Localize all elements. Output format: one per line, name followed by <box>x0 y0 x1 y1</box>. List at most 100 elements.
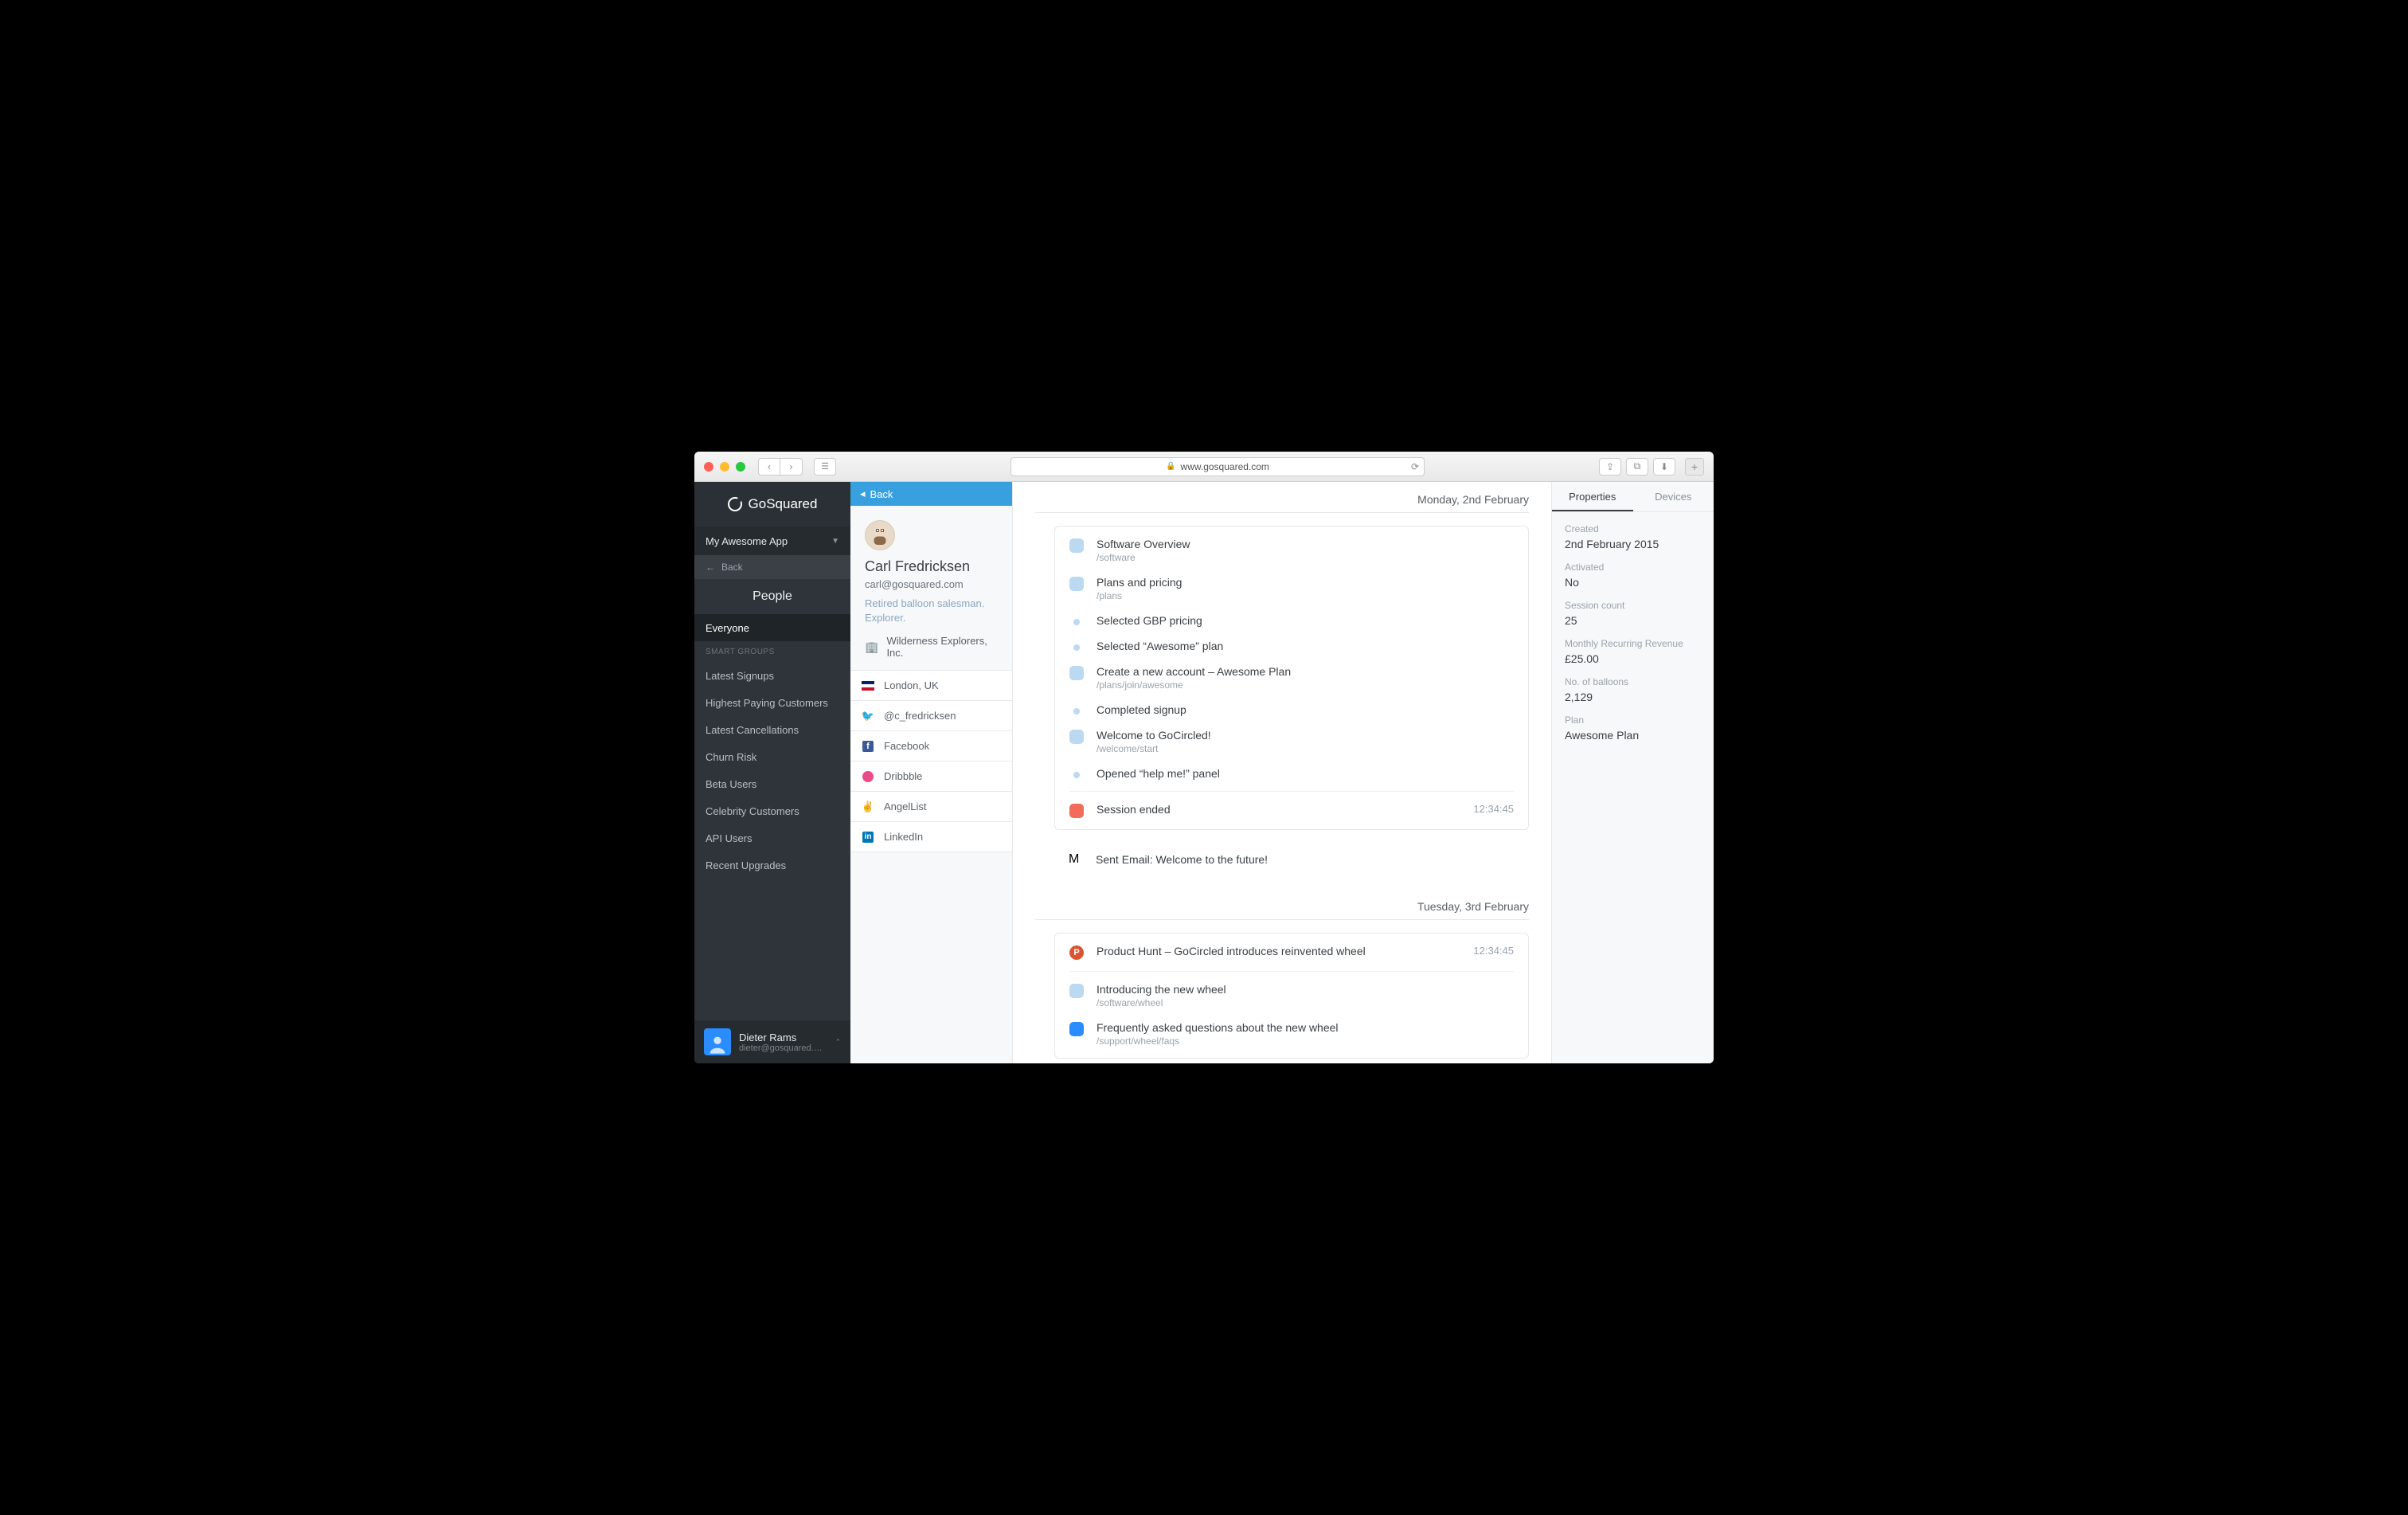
sidebar-toggle-icon[interactable]: ☰ <box>814 458 836 476</box>
sidebar-item-celebrity-customers[interactable]: Celebrity Customers <box>694 797 850 824</box>
property-list: Created 2nd February 2015 Activated No S… <box>1552 512 1714 742</box>
window-controls <box>704 462 745 472</box>
profile-company: 🏢 Wilderness Explorers, Inc. <box>865 635 998 659</box>
titlebar: ‹ › ☰ 🔒 www.gosquared.com ⟳ ⇪ ⧉ ⬇ + <box>694 452 1714 482</box>
link-label: Facebook <box>884 740 929 752</box>
company-name: Wilderness Explorers, Inc. <box>886 635 998 659</box>
brand[interactable]: GoSquared <box>694 482 850 527</box>
profile-link-twitter[interactable]: 🐦 @c_fredricksen <box>850 701 1012 731</box>
prop-value: 2nd February 2015 <box>1565 538 1701 550</box>
tab-label: Properties <box>1569 491 1616 503</box>
chevron-down-icon: ▼ <box>831 537 839 546</box>
sidebar-item-latest-cancellations[interactable]: Latest Cancellations <box>694 716 850 743</box>
email-event[interactable]: M Sent Email: Welcome to the future! <box>1035 846 1529 873</box>
url-bar[interactable]: 🔒 www.gosquared.com ⟳ <box>1010 457 1425 476</box>
profile-bio: Retired balloon salesman. Explorer. <box>865 597 998 625</box>
sidebar-item-highest-paying[interactable]: Highest Paying Customers <box>694 689 850 716</box>
timeline-event[interactable]: Welcome to GoCircled!/welcome/start <box>1055 722 1528 761</box>
timeline-event[interactable]: Selected GBP pricing <box>1055 608 1528 633</box>
prop-label: No. of balloons <box>1565 676 1701 687</box>
sidebar-item-beta-users[interactable]: Beta Users <box>694 770 850 797</box>
section-title: People <box>694 579 850 614</box>
sidebar-item-latest-signups[interactable]: Latest Signups <box>694 662 850 689</box>
timeline-event[interactable]: Create a new account – Awesome Plan/plan… <box>1055 659 1528 697</box>
close-window-icon[interactable] <box>704 462 713 472</box>
link-label: AngelList <box>884 801 926 812</box>
page-marker-icon <box>1069 577 1084 591</box>
timeline-event[interactable]: Plans and pricing/plans <box>1055 570 1528 608</box>
sidebar-back[interactable]: ← Back <box>694 555 850 579</box>
avatar-icon <box>704 1028 731 1055</box>
page-marker-icon <box>1069 538 1084 553</box>
link-label: Dribbble <box>884 770 922 782</box>
maximize-window-icon[interactable] <box>736 462 745 472</box>
page-marker-icon <box>1069 666 1084 680</box>
profile-link-location[interactable]: London, UK <box>850 671 1012 701</box>
prop-label: Activated <box>1565 562 1701 573</box>
downloads-icon[interactable]: ⬇ <box>1653 458 1675 476</box>
user-meta: Dieter Rams dieter@gosquared.… <box>739 1032 827 1053</box>
flag-icon <box>862 679 874 692</box>
sidebar-item-api-users[interactable]: API Users <box>694 824 850 851</box>
profile-header: Carl Fredricksen carl@gosquared.com Reti… <box>850 506 1012 670</box>
back-button[interactable]: ‹ <box>758 458 780 476</box>
tab-devices[interactable]: Devices <box>1633 482 1714 511</box>
timeline-event[interactable]: Introducing the new wheel/software/wheel <box>1055 977 1528 1015</box>
mail-icon: M <box>1069 852 1083 867</box>
event-title: Frequently asked questions about the new… <box>1096 1021 1514 1034</box>
sidebar-item-churn-risk[interactable]: Churn Risk <box>694 743 850 770</box>
product-hunt-event[interactable]: P Product Hunt – GoCircled introduces re… <box>1055 938 1528 966</box>
timeline-event[interactable]: Selected “Awesome” plan <box>1055 633 1528 659</box>
user-email: dieter@gosquared.… <box>739 1043 827 1053</box>
profile-link-angellist[interactable]: ✌ AngelList <box>850 792 1012 822</box>
profile-link-dribbble[interactable]: Dribbble <box>850 761 1012 792</box>
timeline-event[interactable]: Opened “help me!” panel <box>1055 761 1528 786</box>
date-header: Tuesday, 3rd February <box>1035 889 1529 920</box>
event-path: /welcome/start <box>1096 743 1514 754</box>
action-marker-icon <box>1073 708 1080 714</box>
profile-name: Carl Fredricksen <box>865 558 998 575</box>
timeline-event[interactable]: Frequently asked questions about the new… <box>1055 1015 1528 1053</box>
app: GoSquared My Awesome App ▼ ← Back People… <box>694 482 1714 1063</box>
sidebar-item-label: Beta Users <box>706 778 756 790</box>
profile-back-button[interactable]: ◂ Back <box>850 482 1012 506</box>
share-icon[interactable]: ⇪ <box>1599 458 1621 476</box>
twitter-icon: 🐦 <box>862 710 874 722</box>
sidebar-item-everyone[interactable]: Everyone <box>694 614 850 641</box>
tab-label: Devices <box>1655 491 1691 503</box>
event-path: /support/wheel/faqs <box>1096 1035 1514 1047</box>
profile-links: London, UK 🐦 @c_fredricksen f Facebook D… <box>850 670 1012 852</box>
event-title: Sent Email: Welcome to the future! <box>1096 853 1268 866</box>
action-marker-icon <box>1073 772 1080 778</box>
sidebar-item-recent-upgrades[interactable]: Recent Upgrades <box>694 851 850 879</box>
chevron-up-icon: ⌃ <box>835 1038 841 1047</box>
profile-back-label: Back <box>870 488 893 500</box>
session-ended-event[interactable]: Session ended 12:34:45 <box>1055 797 1528 824</box>
app-name: My Awesome App <box>706 535 788 547</box>
prop-label: Plan <box>1565 714 1701 726</box>
brand-logo-icon <box>728 497 742 511</box>
caret-left-icon: ◂ <box>860 487 866 500</box>
prop-label: Monthly Recurring Revenue <box>1565 638 1701 649</box>
reload-icon[interactable]: ⟳ <box>1411 461 1419 472</box>
sidebar-item-label: Recent Upgrades <box>706 859 786 871</box>
session-end-marker-icon <box>1069 804 1084 818</box>
building-icon: 🏢 <box>865 640 878 654</box>
timeline[interactable]: Monday, 2nd February Software Overview/s… <box>1013 482 1551 1063</box>
user-footer[interactable]: Dieter Rams dieter@gosquared.… ⌃ <box>694 1020 850 1063</box>
tab-properties[interactable]: Properties <box>1552 482 1633 511</box>
minimize-window-icon[interactable] <box>720 462 729 472</box>
timeline-event[interactable]: Software Overview/software <box>1055 531 1528 570</box>
app-selector[interactable]: My Awesome App ▼ <box>694 527 850 555</box>
profile-link-facebook[interactable]: f Facebook <box>850 731 1012 761</box>
event-title: Create a new account – Awesome Plan <box>1096 665 1514 678</box>
tabs-icon[interactable]: ⧉ <box>1626 458 1648 476</box>
profile-avatar <box>865 520 895 550</box>
new-tab-button[interactable]: + <box>1685 458 1704 476</box>
prop-value: 2,129 <box>1565 691 1701 703</box>
prop-label: Session count <box>1565 600 1701 611</box>
event-title: Plans and pricing <box>1096 576 1514 589</box>
forward-button[interactable]: › <box>780 458 803 476</box>
timeline-event[interactable]: Completed signup <box>1055 697 1528 722</box>
profile-link-linkedin[interactable]: in LinkedIn <box>850 822 1012 852</box>
